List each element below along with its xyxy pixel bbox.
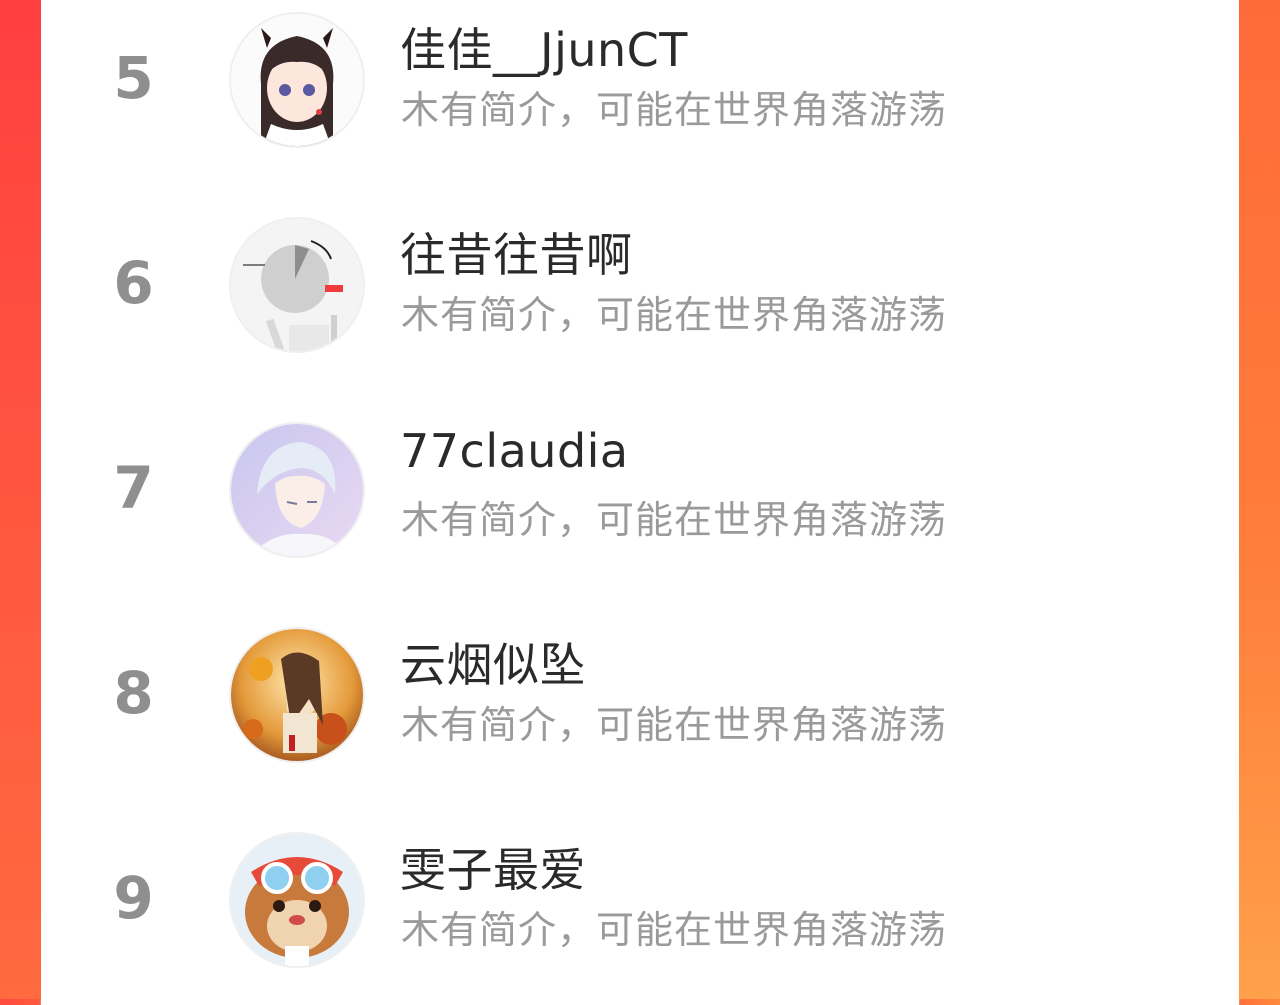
list-item[interactable]: 8 云烟似坠 木有简介，可能在世界角落游荡 (41, 595, 1239, 800)
gray-abstract-avatar[interactable] (231, 219, 363, 351)
autumn-illustration-avatar[interactable] (231, 629, 363, 761)
ranking-list: 5 佳佳__JjunCT 木有简介，可能在世界角落游荡 6 往昔往昔啊 木有简介… (41, 0, 1239, 999)
anime-girl-avatar[interactable] (231, 14, 363, 146)
anime-boy-avatar[interactable] (231, 424, 363, 556)
list-item[interactable]: 9 雯子最爱 木有简介，可能在世界角落游荡 (41, 800, 1239, 1005)
user-name: 77claudia (400, 424, 629, 478)
user-name: 云烟似坠 (400, 638, 586, 692)
user-name: 佳佳__JjunCT (400, 23, 688, 77)
right-accent-bar (1239, 0, 1280, 999)
rank-number: 6 (113, 249, 154, 317)
list-item[interactable]: 7 77claudia 木有简介，可能在世界角落游荡 (41, 390, 1239, 595)
list-item[interactable]: 5 佳佳__JjunCT 木有简介，可能在世界角落游荡 (41, 0, 1239, 185)
list-item[interactable]: 6 往昔往昔啊 木有简介，可能在世界角落游荡 (41, 185, 1239, 390)
rank-number: 8 (113, 659, 154, 727)
rank-number: 9 (113, 864, 154, 932)
user-bio: 木有简介，可能在世界角落游荡 (401, 293, 948, 337)
user-bio: 木有简介，可能在世界角落游荡 (401, 498, 948, 542)
rank-number: 5 (113, 44, 154, 112)
user-name: 雯子最爱 (400, 843, 586, 897)
user-bio: 木有简介，可能在世界角落游荡 (401, 88, 948, 132)
user-name: 往昔往昔啊 (400, 228, 633, 282)
left-accent-bar (0, 0, 41, 999)
chipmunk-goggles-avatar[interactable] (231, 834, 363, 966)
user-bio: 木有简介，可能在世界角落游荡 (401, 908, 948, 952)
rank-number: 7 (113, 454, 154, 522)
user-bio: 木有简介，可能在世界角落游荡 (401, 703, 948, 747)
